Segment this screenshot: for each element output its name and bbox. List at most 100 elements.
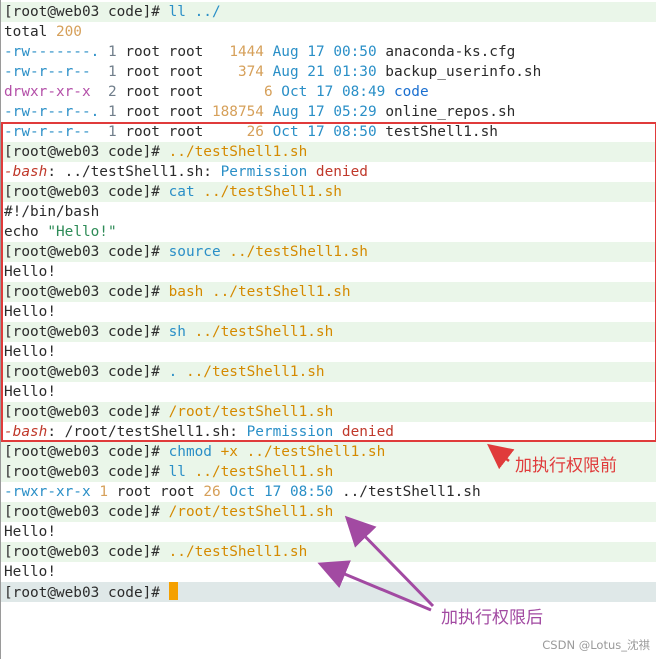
command-arg: ../testShell1.sh [203,184,342,200]
command-keyword: source [168,244,221,260]
file-owner: root [125,104,160,120]
file-permissions: -rwxr-xr-x [4,484,91,500]
file-name: ../testShell1.sh [341,484,481,500]
terminal-line: echo "Hello!" [1,222,656,242]
terminal-line: [root@web03 code]# sh ../testShell1.sh [1,322,656,342]
file-links: 2 [107,84,117,100]
terminal-input-line[interactable]: [root@web03 code]# [1,582,656,602]
file-group: root [168,124,204,140]
shell-prompt: [root@web03 code]# [4,504,169,520]
terminal-line: #!/bin/bash [1,202,656,222]
error-denied: denied [315,164,368,180]
shell-prompt: [root@web03 code]# [4,184,169,200]
file-links: 1 [107,44,117,60]
file-size: 26 [203,484,221,500]
terminal-line: [root@web03 code]# ../testShell1.sh [1,142,656,162]
file-time: 05:29 [333,104,377,120]
shell-prompt: [root@web03 code]# [4,585,169,601]
file-group: root [168,64,204,80]
command-keyword: cat [168,184,195,200]
shell-prompt: [root@web03 code]# [4,4,169,20]
command-arg: +x [220,444,238,460]
annotation-after: 加执行权限后 [441,608,543,628]
file-group: root [168,104,204,120]
error-path: : /root/testShell1.sh: [47,424,247,440]
text-cursor [168,582,178,600]
file-links: 1 [107,104,117,120]
error-path: : ../testShell1.sh: [47,164,221,180]
error-shell-label: -bash [4,424,48,440]
file-links: 1 [107,64,117,80]
file-time: 08:50 [333,124,377,140]
shebang-line: #!/bin/bash [4,204,100,220]
file-owner: root [125,84,160,100]
file-links: 1 [99,484,108,500]
file-permissions: -rw-r--r--. [4,104,100,120]
command-arg: ../testShell1.sh [194,324,334,340]
file-day: 17 [263,484,282,500]
shell-prompt: [root@web03 code]# [4,324,169,340]
file-permissions: -rw-r--r-- [4,64,91,80]
file-permissions: drwxr-xr-x [4,84,91,100]
file-day: 17 [307,44,325,60]
file-listing-row: drwxr-xr-x 2 root root 6 Oct 17 08:49 co… [1,82,656,102]
file-size: 26 [246,124,264,140]
command-arg: ../testShell1.sh [246,444,386,460]
file-day: 21 [307,64,325,80]
file-day: 17 [307,104,325,120]
error-shell-label: -bash [4,164,48,180]
terminal-window[interactable]: [root@web03 code]# ll ../ total 200 -rw-… [0,0,656,659]
terminal-output: Hello! [4,344,56,360]
command-arg: ../testShell1.sh [211,284,351,300]
total-label: total [4,24,56,40]
file-size: 6 [263,84,273,100]
file-month: Oct [229,484,256,500]
watermark: CSDN @Lotus_沈祺 [542,638,650,652]
file-listing-row: -rw-------. 1 root root 1444 Aug 17 00:5… [1,42,656,62]
shell-prompt: [root@web03 code]# [4,544,169,560]
shell-prompt: [root@web03 code]# [4,464,169,480]
terminal-output: Hello! [4,264,56,280]
file-month: Aug [272,44,299,60]
terminal-line: [root@web03 code]# ll ../ [1,2,656,22]
error-permission: Permission [246,424,334,440]
terminal-line: -bash: ../testShell1.sh: Permission deni… [1,162,656,182]
file-size: 188754 [211,104,264,120]
terminal-output: Hello! [4,564,56,580]
terminal-line: [root@web03 code]# cat ../testShell1.sh [1,182,656,202]
file-owner: root [125,64,160,80]
file-month: Oct [272,124,299,140]
shell-prompt: [root@web03 code]# [4,284,169,300]
shell-prompt: [root@web03 code]# [4,244,169,260]
file-time: 08:50 [289,484,334,500]
file-name: anaconda-ks.cfg [385,44,516,60]
shell-prompt: [root@web03 code]# [4,144,169,160]
file-month: Aug [272,64,299,80]
command-keyword: . [168,364,178,380]
file-listing-row: -rw-r--r-- 1 root root 26 Oct 17 08:50 t… [1,122,656,142]
command-text: /root/testShell1.sh [168,404,334,420]
file-time: 08:49 [341,84,386,100]
file-group: root [159,484,195,500]
terminal-line: [root@web03 code]# ../testShell1.sh [1,542,656,562]
file-name: testShell1.sh [385,124,498,140]
file-links: 1 [107,124,117,140]
terminal-output: Hello! [4,524,56,540]
file-owner: root [125,44,160,60]
file-day: 17 [315,84,334,100]
file-permissions: -rw-------. [4,44,100,60]
command-arg: ../testShell1.sh [185,364,325,380]
terminal-line: -bash: /root/testShell1.sh: Permission d… [1,422,656,442]
file-name: backup_userinfo.sh [385,64,542,80]
file-listing-row: -rw-r--r-- 1 root root 374 Aug 21 01:30 … [1,62,656,82]
file-group: root [168,84,204,100]
annotation-before: 加执行权限前 [515,456,617,476]
command-text: ll ../ [168,4,221,20]
file-listing-row: -rw-r--r--. 1 root root 188754 Aug 17 05… [1,102,656,122]
file-size: 374 [237,64,264,80]
command-keyword: ll [168,464,186,480]
terminal-line: [root@web03 code]# source ../testShell1.… [1,242,656,262]
file-group: root [168,44,204,60]
total-value: 200 [55,24,82,40]
terminal-line: total 200 [1,22,656,42]
